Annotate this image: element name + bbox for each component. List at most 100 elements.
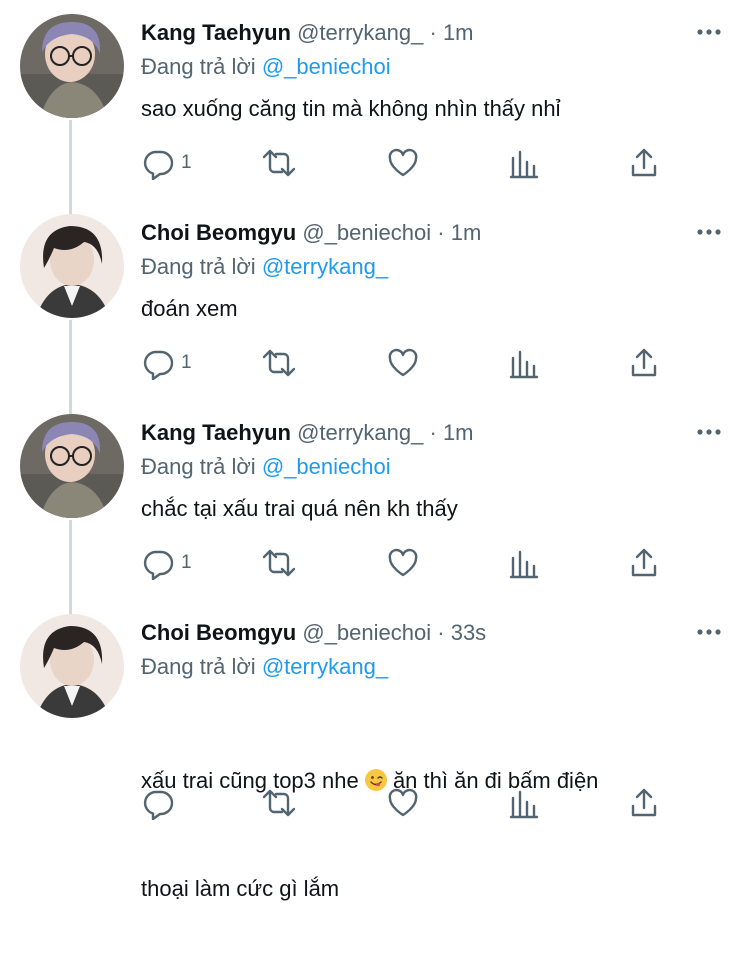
heart-icon bbox=[388, 788, 418, 817]
like-button[interactable] bbox=[386, 546, 420, 580]
user-handle[interactable]: @_beniechoi bbox=[302, 220, 431, 245]
tweet[interactable]: Choi Beomgyu @_beniechoi · 33s Đang trả … bbox=[0, 600, 750, 901]
timestamp[interactable]: 33s bbox=[451, 620, 486, 645]
retweet-button[interactable] bbox=[261, 346, 297, 380]
avatar[interactable] bbox=[20, 414, 124, 518]
tweet-text: sao xuống căng tin mà không nhìn thấy nh… bbox=[141, 96, 561, 121]
analytics-icon bbox=[509, 550, 539, 579]
replying-to-label: Đang trả lời bbox=[141, 454, 256, 479]
retweet-icon bbox=[262, 789, 296, 817]
reply-count: 1 bbox=[181, 352, 192, 373]
mention-link[interactable]: @_beniechoi bbox=[262, 54, 391, 79]
like-button[interactable] bbox=[386, 786, 420, 820]
replying-to-label: Đang trả lời bbox=[141, 54, 256, 79]
retweet-icon bbox=[262, 349, 296, 377]
more-options-icon[interactable] bbox=[695, 22, 723, 42]
dark-hair-avatar bbox=[20, 214, 124, 318]
replying-to: Đang trả lời @terrykang_ bbox=[141, 252, 388, 282]
more-options-icon[interactable] bbox=[695, 222, 723, 242]
replying-to-label: Đang trả lời bbox=[141, 654, 256, 679]
tweet-actions: 1 bbox=[141, 346, 681, 380]
display-name[interactable]: Kang Taehyun bbox=[141, 20, 291, 45]
mention-link[interactable]: @_beniechoi bbox=[262, 454, 391, 479]
views-button[interactable] bbox=[509, 546, 539, 580]
share-icon bbox=[631, 148, 657, 177]
tweet[interactable]: Kang Taehyun @terrykang_ · 1m Đang trả l… bbox=[0, 0, 750, 200]
user-handle[interactable]: @terrykang_ bbox=[297, 420, 423, 445]
reply-button[interactable]: 1 bbox=[141, 346, 192, 380]
share-button[interactable] bbox=[629, 146, 659, 180]
tweet-text: đoán xem bbox=[141, 296, 238, 321]
tweet-header: Choi Beomgyu @_beniechoi · 1m bbox=[141, 218, 481, 248]
more-options-icon[interactable] bbox=[695, 622, 723, 642]
heart-icon bbox=[388, 548, 418, 577]
timestamp[interactable]: 1m bbox=[443, 420, 474, 445]
reply-button[interactable]: 1 bbox=[141, 146, 192, 180]
views-button[interactable] bbox=[509, 346, 539, 380]
reply-icon bbox=[143, 790, 174, 820]
hoodie-glasses-avatar bbox=[20, 14, 124, 118]
retweet-button[interactable] bbox=[261, 146, 297, 180]
mention-link[interactable]: @terrykang_ bbox=[262, 654, 388, 679]
share-icon bbox=[631, 348, 657, 377]
like-button[interactable] bbox=[386, 346, 420, 380]
retweet-button[interactable] bbox=[261, 546, 297, 580]
retweet-icon bbox=[262, 549, 296, 577]
reply-icon bbox=[143, 150, 174, 180]
reply-button[interactable]: 1 bbox=[141, 546, 192, 580]
tweet-header: Kang Taehyun @terrykang_ · 1m bbox=[141, 418, 474, 448]
reply-count: 1 bbox=[181, 152, 192, 173]
reply-button[interactable] bbox=[141, 786, 181, 820]
timestamp[interactable]: 1m bbox=[443, 20, 474, 45]
tweet-actions: 1 bbox=[141, 146, 681, 180]
share-button[interactable] bbox=[629, 346, 659, 380]
more-options-icon[interactable] bbox=[695, 422, 723, 442]
replying-to: Đang trả lời @_beniechoi bbox=[141, 52, 391, 82]
hoodie-glasses-avatar bbox=[20, 414, 124, 518]
timestamp[interactable]: 1m bbox=[451, 220, 482, 245]
display-name[interactable]: Kang Taehyun bbox=[141, 420, 291, 445]
dark-hair-avatar bbox=[20, 614, 124, 718]
user-handle[interactable]: @_beniechoi bbox=[302, 620, 431, 645]
analytics-icon bbox=[509, 350, 539, 379]
avatar[interactable] bbox=[20, 14, 124, 118]
tweet[interactable]: Kang Taehyun @terrykang_ · 1m Đang trả l… bbox=[0, 400, 750, 600]
heart-icon bbox=[388, 348, 418, 377]
tweet-text: chắc tại xấu trai quá nên kh thấy bbox=[141, 496, 458, 521]
display-name[interactable]: Choi Beomgyu bbox=[141, 620, 296, 645]
tweet-actions: 1 bbox=[141, 546, 681, 580]
views-button[interactable] bbox=[509, 146, 539, 180]
retweet-icon bbox=[262, 149, 296, 177]
separator-dot: · bbox=[429, 20, 437, 45]
replying-to: Đang trả lời @_beniechoi bbox=[141, 452, 391, 482]
retweet-button[interactable] bbox=[261, 786, 297, 820]
replying-to-label: Đang trả lời bbox=[141, 254, 256, 279]
avatar[interactable] bbox=[20, 614, 124, 718]
tweet-header: Choi Beomgyu @_beniechoi · 33s bbox=[141, 618, 486, 648]
avatar[interactable] bbox=[20, 214, 124, 318]
tweet[interactable]: Choi Beomgyu @_beniechoi · 1m Đang trả l… bbox=[0, 200, 750, 400]
share-button[interactable] bbox=[629, 786, 659, 820]
tweet-header: Kang Taehyun @terrykang_ · 1m bbox=[141, 18, 474, 48]
views-button[interactable] bbox=[509, 786, 539, 820]
heart-icon bbox=[388, 148, 418, 177]
tweet-actions bbox=[141, 786, 681, 820]
analytics-icon bbox=[509, 150, 539, 179]
reply-icon bbox=[143, 550, 174, 580]
reply-icon bbox=[143, 350, 174, 380]
tweet-text: xấu trai cũng top3 nhe ăn thì ăn đi bấm … bbox=[141, 691, 721, 979]
replying-to: Đang trả lời @terrykang_ bbox=[141, 652, 388, 682]
user-handle[interactable]: @terrykang_ bbox=[297, 20, 423, 45]
separator-dot: · bbox=[429, 420, 437, 445]
separator-dot: · bbox=[437, 220, 445, 245]
analytics-icon bbox=[509, 790, 539, 819]
mention-link[interactable]: @terrykang_ bbox=[262, 254, 388, 279]
tweet-text-line: thoại làm cức gì lắm bbox=[141, 876, 340, 901]
like-button[interactable] bbox=[386, 146, 420, 180]
share-button[interactable] bbox=[629, 546, 659, 580]
separator-dot: · bbox=[437, 620, 445, 645]
display-name[interactable]: Choi Beomgyu bbox=[141, 220, 296, 245]
share-icon bbox=[631, 548, 657, 577]
share-icon bbox=[631, 788, 657, 817]
reply-count: 1 bbox=[181, 552, 192, 573]
